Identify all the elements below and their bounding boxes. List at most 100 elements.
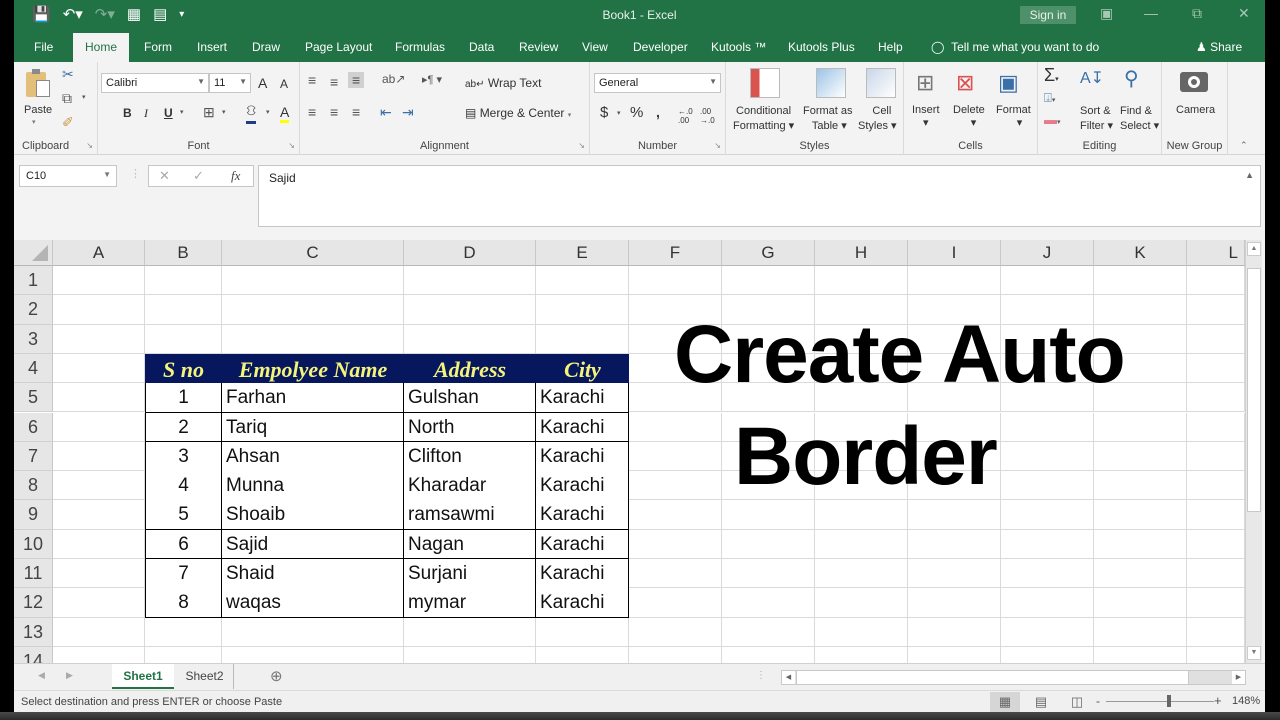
find-select-button[interactable]: Find & Select ▾: [1120, 104, 1159, 134]
cell-i1[interactable]: [908, 266, 1001, 296]
zoom-out-button[interactable]: -: [1096, 694, 1100, 708]
table-cell[interactable]: Karachi: [536, 471, 629, 501]
column-header-j[interactable]: J: [1001, 240, 1094, 266]
table-header-cell[interactable]: Address: [404, 353, 536, 385]
tab-insert[interactable]: Insert: [197, 40, 227, 54]
tab-data[interactable]: Data: [469, 40, 494, 54]
cell-l13[interactable]: [1187, 617, 1245, 647]
cell-i13[interactable]: [908, 617, 1001, 647]
increase-decimal-button[interactable]: ←.0.00: [678, 107, 693, 125]
camera-button[interactable]: Camera: [1176, 104, 1215, 116]
tab-form[interactable]: Form: [144, 40, 172, 54]
column-header-f[interactable]: F: [629, 240, 722, 266]
number-launcher-icon[interactable]: ↘: [714, 141, 721, 150]
tab-formulas[interactable]: Formulas: [395, 40, 445, 54]
column-header-i[interactable]: I: [908, 240, 1001, 266]
delete-button[interactable]: Delete ▾: [953, 104, 985, 129]
cell-a6[interactable]: [53, 412, 145, 442]
cell-f9[interactable]: [629, 500, 722, 530]
cell-j12[interactable]: [1001, 588, 1094, 618]
cell-f7[interactable]: [629, 441, 722, 472]
table-cell[interactable]: 8: [145, 588, 222, 619]
table-header-cell[interactable]: City: [536, 353, 629, 385]
tab-help[interactable]: Help: [878, 40, 903, 54]
cut-icon[interactable]: ✂: [62, 66, 74, 83]
table-cell[interactable]: Tariq: [222, 412, 404, 443]
cell-i10[interactable]: [908, 529, 1001, 559]
cell-j7[interactable]: [1001, 441, 1094, 472]
tab-home[interactable]: Home: [73, 33, 130, 62]
cell-h14[interactable]: [815, 646, 908, 663]
table-cell[interactable]: ramsawmi: [404, 500, 536, 531]
align-right-icon[interactable]: ≡: [352, 104, 360, 120]
cell-a4[interactable]: [53, 353, 145, 384]
column-header-l[interactable]: L: [1187, 240, 1245, 266]
cell-b13[interactable]: [145, 617, 222, 647]
cell-d13[interactable]: [404, 617, 536, 647]
horizontal-scrollbar[interactable]: ◀ ▶: [781, 670, 1246, 685]
ribbon-display-options-icon[interactable]: ▣: [1100, 5, 1113, 22]
cell-h1[interactable]: [815, 266, 908, 296]
cell-g1[interactable]: [722, 266, 815, 296]
zoom-slider-thumb[interactable]: [1167, 695, 1171, 707]
cell-b3[interactable]: [145, 324, 222, 354]
table-cell[interactable]: Kharadar: [404, 471, 536, 501]
tab-developer[interactable]: Developer: [633, 40, 688, 54]
zoom-level[interactable]: 148%: [1232, 695, 1260, 707]
underline-dropdown-icon[interactable]: ▾: [180, 108, 184, 116]
cell-l14[interactable]: [1187, 646, 1245, 663]
cell-j8[interactable]: [1001, 471, 1094, 501]
cell-a10[interactable]: [53, 529, 145, 559]
table-cell[interactable]: 3: [145, 441, 222, 472]
cell-k14[interactable]: [1094, 646, 1187, 663]
tell-me-search[interactable]: ◯ Tell me what you want to do: [931, 40, 1099, 54]
restore-icon[interactable]: ⧉: [1192, 5, 1202, 22]
table-cell[interactable]: Gulshan: [404, 383, 536, 413]
cell-c13[interactable]: [222, 617, 404, 647]
zoom-in-button[interactable]: +: [1214, 693, 1222, 708]
insert-cells-icon[interactable]: ⊞: [916, 70, 934, 96]
column-header-k[interactable]: K: [1094, 240, 1187, 266]
insert-function-icon[interactable]: fx: [231, 168, 240, 184]
row-header-10[interactable]: 10: [14, 529, 53, 559]
borders-icon[interactable]: ⊞: [203, 104, 215, 121]
worksheet-grid[interactable]: A B C D E F G H I J K L 1 2 3 4 5 6 7 8 9 10 11 12 13 14 S no Empol…: [14, 240, 1245, 663]
cell-e14[interactable]: [536, 646, 629, 663]
table-cell[interactable]: Munna: [222, 471, 404, 501]
cell-a2[interactable]: [53, 295, 145, 325]
find-select-icon[interactable]: ⚲: [1124, 66, 1139, 91]
share-button[interactable]: ♟ Share: [1196, 40, 1242, 54]
cell-c14[interactable]: [222, 646, 404, 663]
column-header-a[interactable]: A: [53, 240, 145, 266]
scroll-up-icon[interactable]: ▲: [1247, 242, 1261, 256]
align-bottom-icon[interactable]: ≡: [348, 72, 365, 88]
cell-h11[interactable]: [815, 559, 908, 589]
table-cell[interactable]: Karachi: [536, 529, 629, 560]
table-cell[interactable]: 4: [145, 471, 222, 501]
format-button[interactable]: Format ▾: [996, 104, 1031, 129]
paste-dropdown-icon[interactable]: ▾: [32, 118, 36, 126]
scroll-right-icon[interactable]: ▶: [1232, 671, 1245, 684]
cell-g9[interactable]: [722, 500, 815, 530]
table-cell[interactable]: Karachi: [536, 412, 629, 443]
grow-font-button[interactable]: A: [258, 75, 267, 91]
table-header-cell[interactable]: S no: [145, 353, 222, 385]
underline-button[interactable]: U: [164, 106, 173, 120]
row-header-9[interactable]: 9: [14, 500, 53, 530]
collapse-ribbon-icon[interactable]: ⌃: [1240, 140, 1248, 151]
tab-view[interactable]: View: [582, 40, 608, 54]
fill-color-icon[interactable]: ⛻: [246, 102, 257, 124]
cell-a13[interactable]: [53, 617, 145, 647]
italic-button[interactable]: I: [144, 106, 148, 121]
column-header-c[interactable]: C: [222, 240, 404, 266]
cell-a11[interactable]: [53, 559, 145, 589]
table-cell[interactable]: 7: [145, 559, 222, 589]
cell-b2[interactable]: [145, 295, 222, 325]
scroll-left-icon[interactable]: ◀: [782, 671, 795, 684]
next-sheet-icon[interactable]: ▶: [66, 670, 73, 681]
table-cell[interactable]: 6: [145, 529, 222, 560]
prev-sheet-icon[interactable]: ◀: [38, 670, 45, 681]
align-center-icon[interactable]: ≡: [330, 104, 338, 120]
row-header-11[interactable]: 11: [14, 559, 53, 589]
cell-l7[interactable]: [1187, 441, 1245, 472]
